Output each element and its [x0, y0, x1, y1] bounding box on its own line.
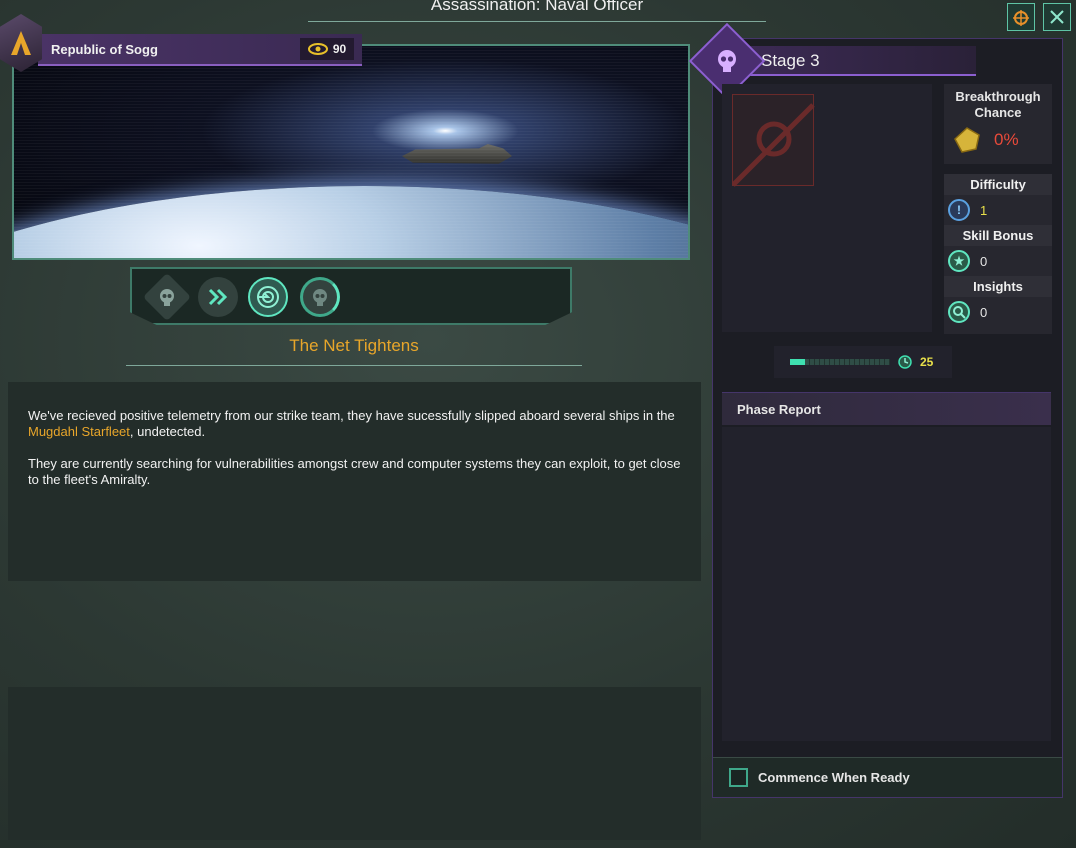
operation-card-area	[722, 84, 932, 332]
empire-emblem-icon	[11, 31, 31, 55]
camera-focus-button[interactable]	[1007, 3, 1035, 31]
skull-icon	[718, 50, 736, 72]
window-title: Assassination: Naval Officer	[430, 0, 644, 14]
insights-value: 0	[980, 304, 988, 320]
options-panel	[8, 687, 701, 840]
stage-progress-track	[130, 267, 572, 325]
clock-icon	[898, 355, 912, 369]
close-icon	[1050, 10, 1064, 24]
eye-icon	[307, 43, 328, 55]
breakthrough-row: 0%	[944, 121, 1052, 159]
stage-1-icon[interactable]	[142, 272, 192, 322]
breakthrough-block: Breakthrough Chance 0%	[944, 84, 1052, 164]
progress-bar-fill	[790, 359, 805, 365]
description-1-text: We've recieved positive telemetry from o…	[28, 408, 675, 423]
empire-name: Republic of Sogg	[51, 41, 158, 57]
description-paragraph-2: They are currently searching for vulnera…	[28, 456, 681, 487]
phase-progress: 25	[774, 346, 952, 378]
breakthrough-value: 0%	[994, 130, 1019, 149]
difficulty-row: ! 1	[944, 195, 1052, 225]
phase-title-text: The Net Tightens	[289, 336, 419, 355]
commence-label: Commence When Ready	[758, 770, 910, 785]
stage-4-icon[interactable]	[300, 277, 340, 317]
skull-icon	[160, 289, 174, 306]
no-card-icon	[731, 103, 815, 187]
description-1-end: , undetected.	[129, 424, 206, 439]
modifiers-block: Difficulty ! 1 Skill Bonus ★ 0 Insights …	[944, 174, 1052, 334]
progress-value: 25	[920, 355, 934, 369]
commence-when-ready-toggle[interactable]: Commence When Ready	[713, 757, 1062, 797]
intel-level: 90	[300, 38, 354, 60]
chevron-double-right-icon	[208, 288, 228, 306]
intel-value: 90	[332, 42, 347, 56]
phase-title: The Net Tightens	[126, 336, 582, 366]
fleet-link[interactable]: Mugdahl Starfleet	[28, 424, 130, 439]
stage-3-icon[interactable]	[248, 277, 288, 317]
phase-description-panel: We've recieved positive telemetry from o…	[8, 382, 701, 581]
difficulty-value: 1	[980, 202, 988, 218]
insights-label: Insights	[944, 276, 1052, 297]
difficulty-label: Difficulty	[944, 174, 1052, 195]
phase-report-label: Phase Report	[737, 402, 821, 417]
magnifier-icon	[948, 301, 970, 323]
stage-header: Stage 3	[740, 46, 976, 76]
window-title-bar: Assassination: Naval Officer	[308, 0, 766, 22]
progress-bar	[790, 359, 890, 365]
mission-scene-image	[12, 44, 690, 260]
close-button[interactable]	[1043, 3, 1071, 31]
commence-checkbox[interactable]	[729, 768, 748, 787]
stage-label: Stage 3	[761, 51, 820, 70]
description-paragraph-1: We've recieved positive telemetry from o…	[28, 408, 681, 440]
camera-target-icon	[1013, 10, 1029, 26]
insights-row: 0	[944, 297, 1052, 327]
skill-bonus-label: Skill Bonus	[944, 225, 1052, 246]
skill-bonus-row: ★ 0	[944, 246, 1052, 276]
difficulty-icon: !	[948, 199, 970, 221]
target-radar-icon	[257, 286, 279, 308]
stage-2-icon[interactable]	[198, 277, 238, 317]
phase-report-log[interactable]	[722, 427, 1051, 741]
dice-icon	[954, 127, 980, 153]
empire-bar: Republic of Sogg 90	[38, 34, 362, 66]
star-icon: ★	[948, 250, 970, 272]
skill-bonus-value: 0	[980, 253, 988, 269]
phase-report-header: Phase Report	[722, 392, 1051, 425]
skull-icon	[313, 289, 327, 306]
breakthrough-label: Breakthrough Chance	[955, 89, 1041, 120]
empty-card-slot[interactable]	[731, 94, 815, 187]
